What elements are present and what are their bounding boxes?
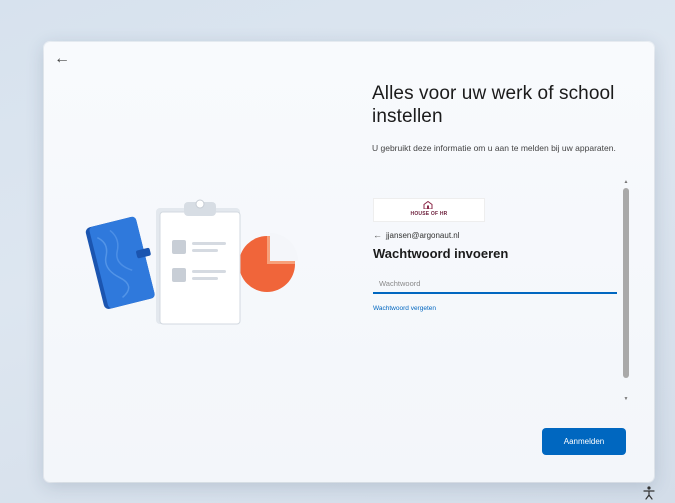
clipboard-illustration (156, 199, 241, 325)
illustration (85, 199, 298, 325)
header-section: Alles voor uw werk of school instellen U… (372, 82, 632, 155)
account-email: jjansen@argonaut.nl (386, 230, 460, 240)
frame-scrollbar[interactable]: ▲ ▼ (622, 178, 630, 403)
accessibility-icon[interactable] (643, 486, 655, 500)
back-button[interactable]: ← (52, 50, 72, 68)
signin-button[interactable]: Aanmelden (542, 428, 626, 455)
house-logo-icon (423, 201, 433, 209)
account-back-icon[interactable]: ← (373, 230, 382, 240)
scroll-down-icon[interactable]: ▼ (622, 395, 630, 403)
signin-frame: HOUSE OF HR ← jjansen@argonaut.nl Wachtw… (372, 178, 632, 403)
page-title: Alles voor uw werk of school instellen (372, 83, 615, 127)
notebook-illustration (85, 216, 155, 309)
account-row: ← jjansen@argonaut.nl (373, 230, 460, 240)
password-input[interactable] (373, 274, 617, 294)
forgot-password-link[interactable]: Wachtwoord vergeten (373, 305, 436, 312)
pie-chart-illustration (239, 233, 298, 292)
logo-text: HOUSE OF HR (410, 211, 448, 217)
password-heading: Wachtwoord invoeren (373, 246, 509, 261)
scroll-thumb[interactable] (623, 188, 629, 378)
arrow-left-icon: ← (54, 50, 70, 67)
scroll-up-icon[interactable]: ▲ (622, 178, 630, 186)
page-subtitle: U gebruikt deze informatie om u aan te m… (372, 143, 616, 153)
company-logo: HOUSE OF HR (373, 198, 485, 222)
